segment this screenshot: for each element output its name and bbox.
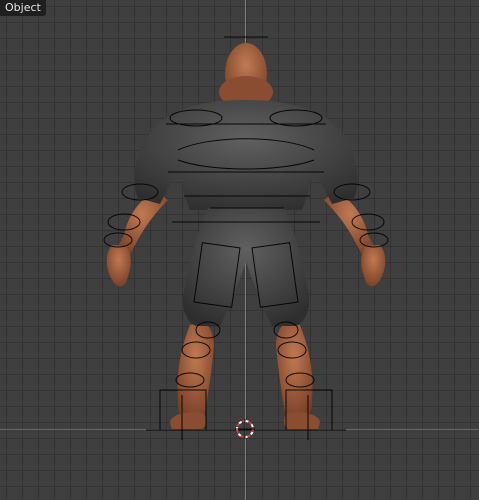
3d-viewport[interactable]: Object <box>0 0 479 500</box>
character-mesh[interactable] <box>106 43 386 430</box>
right-hand <box>361 245 386 287</box>
viewport-mode-label: Object <box>0 0 46 16</box>
left-shin <box>177 322 214 420</box>
right-foot <box>283 412 320 430</box>
shorts <box>182 208 310 326</box>
left-foot <box>170 412 207 430</box>
character-scene[interactable] <box>0 0 479 500</box>
3d-cursor-icon[interactable] <box>235 419 255 439</box>
shirt <box>134 100 358 210</box>
left-hand <box>106 245 131 287</box>
right-shin <box>276 322 313 420</box>
